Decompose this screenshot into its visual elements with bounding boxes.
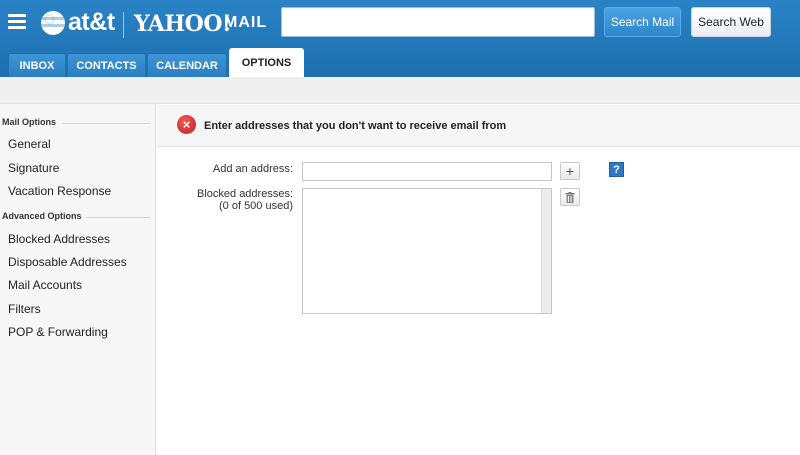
error-icon: ×	[177, 115, 196, 134]
add-address-button[interactable]: +	[560, 162, 580, 180]
search-web-button[interactable]: Search Web	[691, 7, 771, 37]
logo-divider	[123, 12, 124, 38]
advanced-options-divider	[86, 217, 150, 218]
search-input[interactable]	[281, 7, 595, 37]
tab-options[interactable]: OPTIONS	[229, 48, 304, 77]
tab-calendar[interactable]: CALENDAR	[147, 53, 227, 77]
att-globe-logo	[41, 11, 65, 35]
mail-logo-text: MAIL	[224, 14, 268, 31]
add-address-label: Add an address:	[212, 163, 293, 175]
mail-options-divider	[62, 123, 150, 124]
sidebar-item-disposable-addresses[interactable]: Disposable Addresses	[8, 255, 127, 269]
sidebar-item-filters[interactable]: Filters	[8, 302, 41, 316]
delete-blocked-button[interactable]	[560, 188, 580, 206]
help-icon[interactable]: ?	[609, 162, 624, 177]
blocked-count-label: (0 of 500 used)	[219, 200, 293, 212]
app-header: at&t YAHOO! MAIL Search Mail Search Web …	[0, 0, 800, 77]
options-sidebar: Mail Options General Signature Vacation …	[0, 104, 156, 455]
blocked-addresses-label: Blocked addresses:	[197, 188, 293, 200]
sidebar-item-vacation-response[interactable]: Vacation Response	[8, 184, 111, 198]
sidebar-item-signature[interactable]: Signature	[8, 161, 59, 175]
search-mail-button[interactable]: Search Mail	[604, 7, 681, 37]
trash-icon	[565, 191, 575, 203]
blocked-list-scrollbar[interactable]	[541, 189, 551, 313]
sidebar-item-pop-forwarding[interactable]: POP & Forwarding	[8, 325, 108, 339]
yahoo-logo-text: YAHOO!	[134, 11, 232, 37]
sidebar-item-general[interactable]: General	[8, 137, 51, 151]
att-logo-text: at&t	[68, 8, 115, 36]
blocked-addresses-list[interactable]	[302, 188, 552, 314]
tab-inbox[interactable]: INBOX	[8, 53, 66, 77]
mail-options-heading: Mail Options	[2, 117, 56, 127]
hamburger-menu-icon[interactable]	[8, 14, 26, 29]
notice-message: Enter addresses that you don't want to r…	[204, 120, 507, 132]
sidebar-item-blocked-addresses[interactable]: Blocked Addresses	[8, 232, 110, 246]
toolbar-strip	[0, 77, 800, 104]
advanced-options-heading: Advanced Options	[2, 211, 82, 221]
add-address-input[interactable]	[302, 162, 552, 181]
sidebar-item-mail-accounts[interactable]: Mail Accounts	[8, 278, 82, 292]
tab-contacts[interactable]: CONTACTS	[67, 53, 146, 77]
